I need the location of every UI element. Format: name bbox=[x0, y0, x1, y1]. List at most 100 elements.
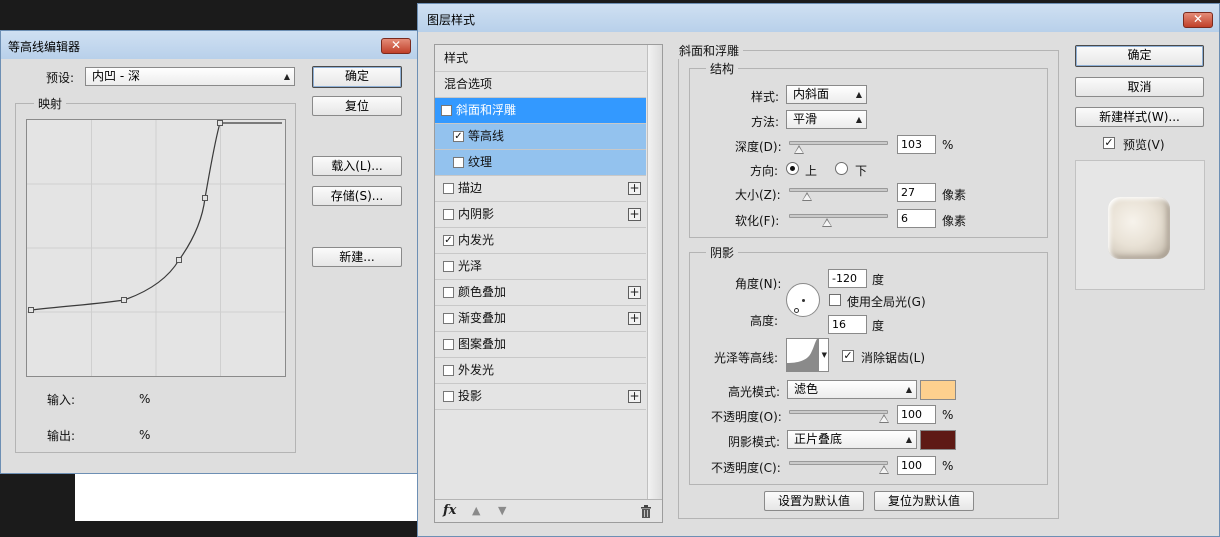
style-item-bevel[interactable]: ✓ 斜面和浮雕 bbox=[435, 98, 646, 124]
soften-slider-thumb[interactable] bbox=[822, 218, 832, 227]
move-down-icon[interactable]: ▼ bbox=[498, 504, 506, 517]
global-light-checkbox[interactable] bbox=[829, 294, 841, 306]
gloss-contour-picker[interactable]: ▼ bbox=[786, 338, 829, 372]
preview-checkbox[interactable]: ✓ bbox=[1103, 137, 1115, 149]
contour-save-button[interactable]: 存储(S)... bbox=[312, 186, 402, 206]
stroke-add-icon[interactable]: + bbox=[628, 182, 641, 195]
select-arrows-icon: ▲ bbox=[283, 72, 290, 81]
layer-style-cancel-button[interactable]: 取消 bbox=[1075, 77, 1204, 97]
style-list-header: 样式 bbox=[435, 45, 646, 72]
preview-label: 预览(V) bbox=[1123, 138, 1165, 152]
trash-icon[interactable] bbox=[640, 505, 652, 518]
highlight-opacity-input[interactable]: 100 bbox=[897, 405, 936, 424]
style-item-inner-shadow[interactable]: 内阴影 + bbox=[435, 202, 646, 228]
style-item-outer-glow[interactable]: 外发光 bbox=[435, 358, 646, 384]
shadow-opacity-slider[interactable] bbox=[789, 461, 889, 474]
contour-editor-close-button[interactable]: ✕ bbox=[381, 38, 411, 54]
output-label: 输出: bbox=[47, 429, 76, 443]
curve-point bbox=[176, 257, 182, 263]
blend-options-item[interactable]: 混合选项 bbox=[435, 72, 646, 98]
new-style-button[interactable]: 新建样式(W)... bbox=[1075, 107, 1204, 127]
style-list-scrollbar[interactable] bbox=[647, 45, 662, 499]
gradient-overlay-add-icon[interactable]: + bbox=[628, 312, 641, 325]
inner-glow-checkbox[interactable]: ✓ bbox=[443, 235, 454, 246]
gradient-overlay-checkbox[interactable] bbox=[443, 313, 454, 324]
contour-editor-titlebar[interactable]: 等高线编辑器 ✕ bbox=[1, 31, 417, 59]
shadow-color-swatch[interactable] bbox=[920, 430, 956, 450]
contour-reset-button[interactable]: 复位 bbox=[312, 96, 402, 116]
size-input[interactable]: 27 bbox=[897, 183, 936, 202]
drop-shadow-checkbox[interactable] bbox=[443, 391, 454, 402]
drop-shadow-add-icon[interactable]: + bbox=[628, 390, 641, 403]
angle-dial-handle[interactable] bbox=[794, 308, 799, 313]
bevel-emboss-title: 斜面和浮雕 bbox=[675, 42, 744, 59]
altitude-input[interactable]: 16 bbox=[828, 315, 867, 334]
shadow-opacity-input[interactable]: 100 bbox=[897, 456, 936, 475]
technique-select[interactable]: 平滑 ▲ bbox=[786, 110, 867, 129]
antialias-checkbox[interactable]: ✓ bbox=[842, 350, 854, 362]
style-item-texture[interactable]: 纹理 bbox=[435, 150, 646, 176]
contour-new-button[interactable]: 新建... bbox=[312, 247, 402, 267]
angle-label: 角度(N): bbox=[735, 277, 782, 291]
texture-label: 纹理 bbox=[468, 155, 493, 169]
shadow-opacity-thumb[interactable] bbox=[879, 465, 889, 474]
contour-ok-button[interactable]: 确定 bbox=[312, 66, 402, 88]
inner-shadow-add-icon[interactable]: + bbox=[628, 208, 641, 221]
style-item-satin[interactable]: 光泽 bbox=[435, 254, 646, 280]
stroke-checkbox[interactable] bbox=[443, 183, 454, 194]
style-item-stroke[interactable]: 描边 + bbox=[435, 176, 646, 202]
size-slider[interactable] bbox=[789, 188, 888, 201]
contour-checkbox[interactable]: ✓ bbox=[453, 131, 464, 142]
angle-dial[interactable] bbox=[786, 283, 820, 317]
depth-input[interactable]: 103 bbox=[897, 135, 936, 154]
curve-point bbox=[28, 307, 34, 313]
style-item-gradient-overlay[interactable]: 渐变叠加 + bbox=[435, 306, 646, 332]
output-percent: % bbox=[139, 428, 151, 442]
direction-down-radio[interactable] bbox=[835, 162, 848, 175]
reset-default-button[interactable]: 复位为默认值 bbox=[874, 491, 974, 511]
highlight-opacity-thumb[interactable] bbox=[879, 414, 889, 423]
soften-input[interactable]: 6 bbox=[897, 209, 936, 228]
color-overlay-checkbox[interactable] bbox=[443, 287, 454, 298]
style-list-panel: 样式 混合选项 ✓ 斜面和浮雕 ✓ 等高线 纹理 描边 + 内阴影 + ✓ 内发… bbox=[434, 44, 663, 523]
satin-checkbox[interactable] bbox=[443, 261, 454, 272]
contour-load-button[interactable]: 载入(L)... bbox=[312, 156, 402, 176]
inner-glow-label: 内发光 bbox=[458, 233, 495, 247]
style-item-drop-shadow[interactable]: 投影 + bbox=[435, 384, 646, 410]
color-overlay-add-icon[interactable]: + bbox=[628, 286, 641, 299]
style-item-pattern-overlay[interactable]: 图案叠加 bbox=[435, 332, 646, 358]
texture-checkbox[interactable] bbox=[453, 157, 464, 168]
highlight-color-swatch[interactable] bbox=[920, 380, 956, 400]
soften-slider[interactable] bbox=[789, 214, 888, 227]
bevel-style-select[interactable]: 内斜面 ▲ bbox=[786, 85, 867, 104]
preset-select[interactable]: 内凹 - 深 ▲ bbox=[85, 67, 295, 86]
depth-slider[interactable] bbox=[789, 141, 888, 154]
layer-style-titlebar[interactable]: 图层样式 ✕ bbox=[418, 4, 1219, 32]
depth-slider-thumb[interactable] bbox=[794, 145, 804, 154]
bevel-checkbox[interactable]: ✓ bbox=[441, 105, 452, 116]
outer-glow-checkbox[interactable] bbox=[443, 365, 454, 376]
highlight-opacity-slider[interactable] bbox=[789, 410, 889, 423]
fx-icon[interactable]: fx bbox=[443, 503, 456, 518]
move-up-icon[interactable]: ▲ bbox=[472, 504, 480, 517]
style-item-inner-glow[interactable]: ✓ 内发光 bbox=[435, 228, 646, 254]
layer-style-ok-button[interactable]: 确定 bbox=[1075, 45, 1204, 67]
style-item-contour[interactable]: ✓ 等高线 bbox=[435, 124, 646, 150]
pattern-overlay-checkbox[interactable] bbox=[443, 339, 454, 350]
layer-style-close-button[interactable]: ✕ bbox=[1183, 12, 1213, 28]
input-label: 输入: bbox=[47, 393, 76, 407]
style-label: 样式: bbox=[751, 90, 780, 104]
curve-svg bbox=[27, 120, 285, 376]
size-slider-thumb[interactable] bbox=[802, 192, 812, 201]
select-arrows-icon: ▲ bbox=[905, 435, 912, 444]
highlight-mode-select[interactable]: 滤色 ▲ bbox=[787, 380, 917, 399]
input-percent: % bbox=[139, 392, 151, 406]
curve-graph[interactable] bbox=[26, 119, 286, 377]
direction-up-label: 上 bbox=[805, 164, 818, 178]
style-item-color-overlay[interactable]: 颜色叠加 + bbox=[435, 280, 646, 306]
inner-shadow-checkbox[interactable] bbox=[443, 209, 454, 220]
angle-input[interactable]: -120 bbox=[828, 269, 867, 288]
shadow-mode-select[interactable]: 正片叠底 ▲ bbox=[787, 430, 917, 449]
make-default-button[interactable]: 设置为默认值 bbox=[764, 491, 864, 511]
direction-up-radio[interactable] bbox=[786, 162, 799, 175]
